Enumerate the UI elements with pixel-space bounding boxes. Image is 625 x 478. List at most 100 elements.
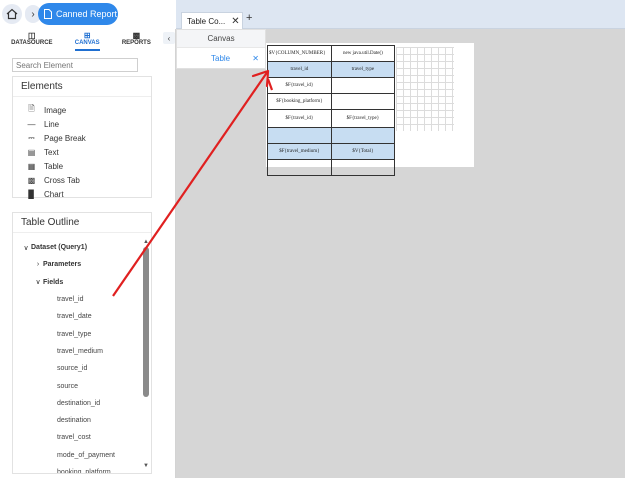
field-item[interactable]: source_id [13, 360, 151, 377]
tab-label: CANVAS [74, 40, 100, 46]
report-table[interactable]: $V{COLUMN_NUMBER} new java.util.Date() t… [267, 45, 396, 176]
field-item[interactable]: destination [13, 412, 151, 429]
element-line[interactable]: — Line [27, 117, 151, 131]
field-label: destination_id [57, 399, 101, 407]
element-chart[interactable]: ▉ Chart [27, 187, 151, 201]
canvas-panel-title: Canvas [177, 30, 265, 48]
image-icon: 🗎 [28, 104, 35, 113]
field-item[interactable]: destination_id [13, 395, 151, 412]
parameters-label: Parameters [43, 261, 82, 269]
left-panel: ◫ DATASOURCE ⊞ CANVAS ▩ REPORTS ‹ Elemen… [0, 29, 176, 478]
line-icon: — [27, 119, 36, 129]
element-text[interactable]: ▤ Text [27, 145, 151, 159]
elements-title: Elements [13, 77, 151, 97]
element-cross-tab[interactable]: ▩ Cross Tab [27, 173, 151, 187]
element-label: Cross Tab [44, 175, 80, 185]
field-label: mode_of_payment [57, 451, 115, 459]
home-button[interactable] [2, 4, 22, 24]
chart-icon: ▉ [28, 189, 35, 199]
element-image[interactable]: 🗎 Image [27, 103, 151, 117]
table-cell[interactable]: $F{booking_platform} [267, 93, 332, 110]
element-label: Page Break [44, 133, 86, 143]
canvas-workspace: Canvas Table ✕ $V{COLUMN_NUMBER} new jav… [176, 29, 625, 478]
top-bar: › Canned Report Table Co... ✕ + [0, 0, 625, 29]
table-cell[interactable] [330, 93, 396, 110]
report-name: Canned Report [56, 9, 118, 19]
field-item[interactable]: booking_platform [13, 464, 151, 474]
field-item[interactable]: travel_cost [13, 429, 151, 446]
table-cell[interactable] [267, 127, 332, 144]
field-label: travel_id [57, 296, 84, 304]
text-icon: ▤ [27, 147, 36, 157]
table-icon: ▦ [27, 161, 36, 171]
chevron-right-icon[interactable]: › [33, 261, 43, 268]
parameters-node[interactable]: › Parameters [13, 256, 151, 273]
table-cell[interactable]: $F{travel_medium} [267, 143, 332, 160]
outline-scrollbar[interactable]: ▲ ▼ [143, 239, 149, 469]
field-item[interactable]: travel_date [13, 308, 151, 325]
scroll-up-icon[interactable]: ▲ [143, 239, 149, 245]
field-label: travel_medium [57, 347, 103, 355]
home-icon [6, 8, 18, 20]
canvas-panel: Canvas Table ✕ [176, 29, 266, 69]
table-header-cell[interactable]: travel_id [267, 61, 332, 78]
scroll-down-icon[interactable]: ▼ [143, 463, 149, 469]
field-label: travel_cost [57, 434, 91, 442]
table-cell[interactable] [330, 159, 396, 176]
table-cell[interactable] [330, 127, 396, 144]
field-label: destination [57, 417, 91, 425]
field-item[interactable]: travel_id [13, 291, 151, 308]
canvas-panel-item-label: Table [211, 53, 231, 63]
field-label: source_id [57, 365, 88, 373]
element-page-break[interactable]: ⎓ Page Break [27, 131, 151, 145]
scrollbar-thumb[interactable] [143, 247, 149, 397]
cross-tab-icon: ▩ [27, 175, 36, 185]
element-label: Table [44, 161, 64, 171]
canvas-panel-item-table[interactable]: Table ✕ [177, 48, 265, 68]
add-tab-button[interactable]: + [246, 12, 252, 24]
tab-label: DATASOURCE [11, 40, 53, 46]
element-label: Line [44, 119, 60, 129]
element-label: Image [44, 105, 67, 115]
dataset-label: Dataset (Query1) [31, 244, 88, 252]
fields-node[interactable]: ∨ Fields [13, 274, 151, 291]
chevron-down-icon[interactable]: ∨ [21, 244, 31, 252]
field-item[interactable]: travel_type [13, 325, 151, 342]
field-item[interactable]: source [13, 377, 151, 394]
document-tab-strip: Table Co... ✕ + [176, 0, 625, 29]
datasource-icon: ◫ [28, 31, 36, 40]
field-label: booking_platform [57, 469, 111, 474]
page-break-icon: ⎓ [28, 133, 35, 142]
table-header-cell[interactable]: travel_type [330, 61, 396, 78]
table-cell[interactable]: $F{travel_id} [267, 77, 332, 94]
collapse-panel-button[interactable]: ‹ [163, 32, 175, 44]
table-cell[interactable]: new java.util.Date() [330, 45, 396, 62]
document-tab[interactable]: Table Co... ✕ [181, 12, 243, 29]
table-cell[interactable]: $F{travel_type} [330, 109, 396, 128]
fields-label: Fields [43, 278, 64, 286]
tab-label: REPORTS [121, 40, 151, 46]
table-cell[interactable]: $V{COLUMN_NUMBER} [267, 45, 332, 62]
table-cell[interactable] [267, 159, 332, 176]
search-input[interactable] [12, 58, 138, 72]
elements-section: Elements 🗎 Image — Line ⎓ Page Break ▤ T… [12, 76, 152, 201]
tab-canvas[interactable]: ⊞ CANVAS [74, 29, 100, 51]
tab-datasource[interactable]: ◫ DATASOURCE [11, 29, 52, 51]
reports-icon: ▩ [132, 31, 141, 40]
document-tab-label: Table Co... [187, 16, 226, 26]
app-window: › Canned Report Table Co... ✕ + ◫ DATASO… [0, 0, 625, 478]
field-item[interactable]: travel_medium [13, 343, 151, 360]
close-icon[interactable]: ✕ [252, 54, 259, 63]
table-cell[interactable] [330, 77, 396, 94]
dataset-node[interactable]: ∨ Dataset (Query1) [13, 239, 151, 256]
element-label: Text [44, 147, 59, 157]
report-breadcrumb[interactable]: Canned Report [38, 3, 118, 25]
field-item[interactable]: mode_of_payment [13, 447, 151, 464]
element-table[interactable]: ▦ Table [27, 159, 151, 173]
table-cell[interactable]: $V{Total} [330, 143, 396, 160]
close-icon[interactable]: ✕ [231, 16, 239, 27]
tab-reports[interactable]: ▩ REPORTS [122, 29, 151, 51]
table-cell[interactable]: $F{travel_id} [267, 109, 332, 128]
nav-tabs: ◫ DATASOURCE ⊞ CANVAS ▩ REPORTS [0, 29, 162, 51]
chevron-down-icon[interactable]: ∨ [33, 278, 43, 286]
